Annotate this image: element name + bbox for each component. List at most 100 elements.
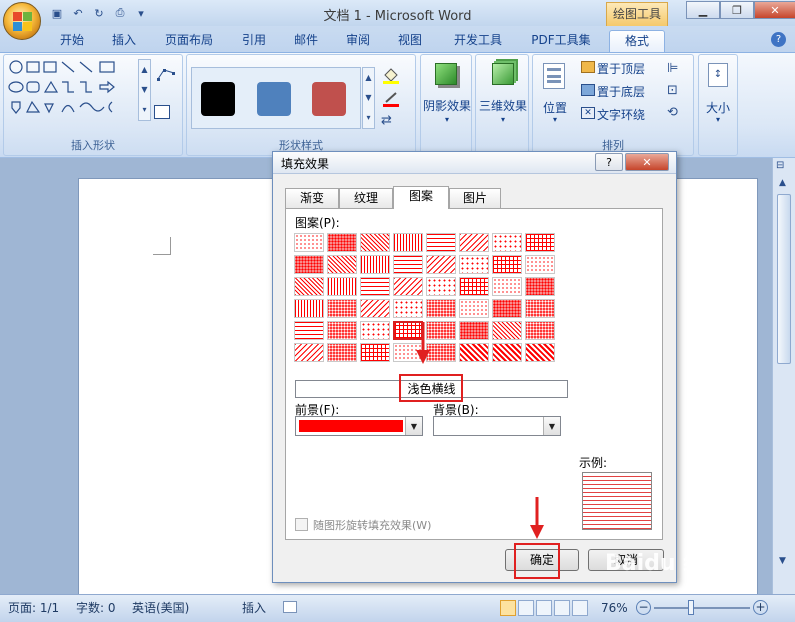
pattern-swatch[interactable] [426,233,456,252]
tab-format[interactable]: 格式 [609,30,665,52]
align-icon[interactable]: ⊫ [667,61,678,76]
rotate-icon[interactable]: ⟲ [667,105,678,120]
pattern-swatch[interactable] [294,321,324,340]
pattern-swatch[interactable] [360,343,390,362]
tab-picture[interactable]: 图片 [449,188,501,208]
pattern-swatch[interactable] [492,255,522,274]
pattern-swatch[interactable] [360,299,390,318]
office-button[interactable] [3,2,41,40]
zoom-out-icon[interactable]: − [636,600,651,615]
tab-developer[interactable]: 开发工具 [444,30,512,52]
foreground-color-select[interactable]: ▼ [295,416,423,436]
ruler-toggle-icon[interactable]: ⊟ [776,160,784,171]
zoom-in-icon[interactable]: + [753,600,768,615]
insert-mode[interactable]: 插入 [242,598,266,618]
style-swatch-black[interactable] [201,82,235,116]
size-button[interactable]: 大小 [699,99,737,116]
pattern-swatch[interactable] [294,343,324,362]
group-objects-icon[interactable]: ⊡ [667,83,678,98]
pattern-swatch[interactable] [294,299,324,318]
pattern-swatch[interactable] [525,321,555,340]
pattern-swatch[interactable] [393,299,423,318]
3d-effects-button[interactable]: 三维效果 [476,97,530,114]
foreground-dropdown-icon[interactable]: ▼ [405,417,422,435]
position-button[interactable]: 位置 [537,99,573,116]
3d-dropdown-icon[interactable]: ▾ [476,115,530,124]
undo-icon[interactable]: ↶ [69,4,87,22]
shapes-gallery-scroll[interactable]: ▲ ▼ ▾ [138,59,151,121]
tab-mailings[interactable]: 邮件 [286,30,326,52]
background-dropdown-icon[interactable]: ▼ [543,417,560,435]
pattern-swatch[interactable] [327,277,357,296]
change-shape-icon[interactable]: ⇄ [381,113,403,129]
styles-gallery-scroll[interactable]: ▲ ▼ ▾ [362,67,375,129]
help-icon[interactable]: ? [771,32,786,47]
close-button[interactable]: ✕ [754,1,795,19]
edit-shape-icon[interactable] [156,67,176,81]
size-icon[interactable]: ↕ [708,63,728,87]
tab-insert[interactable]: 插入 [104,30,144,52]
pattern-swatch[interactable] [327,343,357,362]
pattern-swatch[interactable] [525,255,555,274]
pattern-swatch[interactable] [426,277,456,296]
print-layout-view-icon[interactable] [500,600,516,616]
scroll-up-icon[interactable]: ▲ [779,178,786,188]
pattern-swatch[interactable] [327,233,357,252]
pattern-swatch[interactable] [393,255,423,274]
tab-home[interactable]: 开始 [52,30,92,52]
outline-view-icon[interactable] [554,600,570,616]
scroll-down-icon[interactable]: ▼ [779,556,786,566]
background-color-select[interactable]: ▼ [433,416,561,436]
pattern-swatch[interactable] [492,299,522,318]
macro-record-icon[interactable] [283,601,297,613]
3d-effects-icon[interactable] [492,63,514,85]
position-icon[interactable] [543,63,565,89]
draft-view-icon[interactable] [572,600,588,616]
tab-pattern[interactable]: 图案 [393,186,449,209]
tab-pdf-tools[interactable]: PDF工具集 [524,30,598,52]
redo-icon[interactable]: ↻ [90,4,108,22]
pattern-swatch[interactable] [525,343,555,362]
pattern-swatch[interactable] [459,321,489,340]
text-box-icon[interactable] [154,105,170,119]
pattern-swatch[interactable] [360,255,390,274]
page-count[interactable]: 页面: 1/1 [8,598,59,618]
pattern-swatch[interactable] [294,255,324,274]
web-layout-view-icon[interactable] [536,600,552,616]
pattern-swatch[interactable] [393,233,423,252]
zoom-level[interactable]: 76% [601,598,628,618]
pattern-swatch[interactable] [393,277,423,296]
customize-qat-icon[interactable]: ▾ [132,4,150,22]
restore-button[interactable]: ❐ [720,1,754,19]
pattern-swatch[interactable] [492,321,522,340]
pattern-swatch[interactable] [327,255,357,274]
zoom-slider[interactable] [654,607,750,609]
text-wrapping-button[interactable]: 文字环绕 [597,106,645,123]
reading-view-icon[interactable] [518,600,534,616]
pattern-swatch[interactable] [360,277,390,296]
vertical-scrollbar[interactable]: ⊟ ▲ ▼ [772,158,795,594]
word-count[interactable]: 字数: 0 [76,598,116,618]
pattern-swatch[interactable] [525,277,555,296]
pattern-swatch[interactable] [459,299,489,318]
shapes-gallery-icon[interactable] [8,59,136,121]
pattern-swatch[interactable] [459,255,489,274]
print-preview-icon[interactable]: ⎙ [111,4,129,22]
save-icon[interactable]: ▣ [48,4,66,22]
pattern-swatch[interactable] [294,277,324,296]
shadow-dropdown-icon[interactable]: ▾ [421,115,473,124]
language[interactable]: 英语(美国) [132,598,189,618]
scroll-thumb[interactable] [777,194,791,364]
pattern-swatch[interactable] [459,277,489,296]
pattern-swatch[interactable] [294,233,324,252]
shape-outline-icon[interactable] [381,91,403,109]
tab-texture[interactable]: 纹理 [339,188,393,208]
shadow-effects-button[interactable]: 阴影效果 [421,97,473,114]
style-swatch-red[interactable] [312,82,346,116]
pattern-swatch[interactable] [525,299,555,318]
pattern-swatch[interactable] [327,321,357,340]
shape-fill-icon[interactable] [381,67,403,85]
pattern-swatch[interactable] [492,233,522,252]
style-swatch-blue[interactable] [257,82,291,116]
pattern-swatch[interactable] [360,233,390,252]
